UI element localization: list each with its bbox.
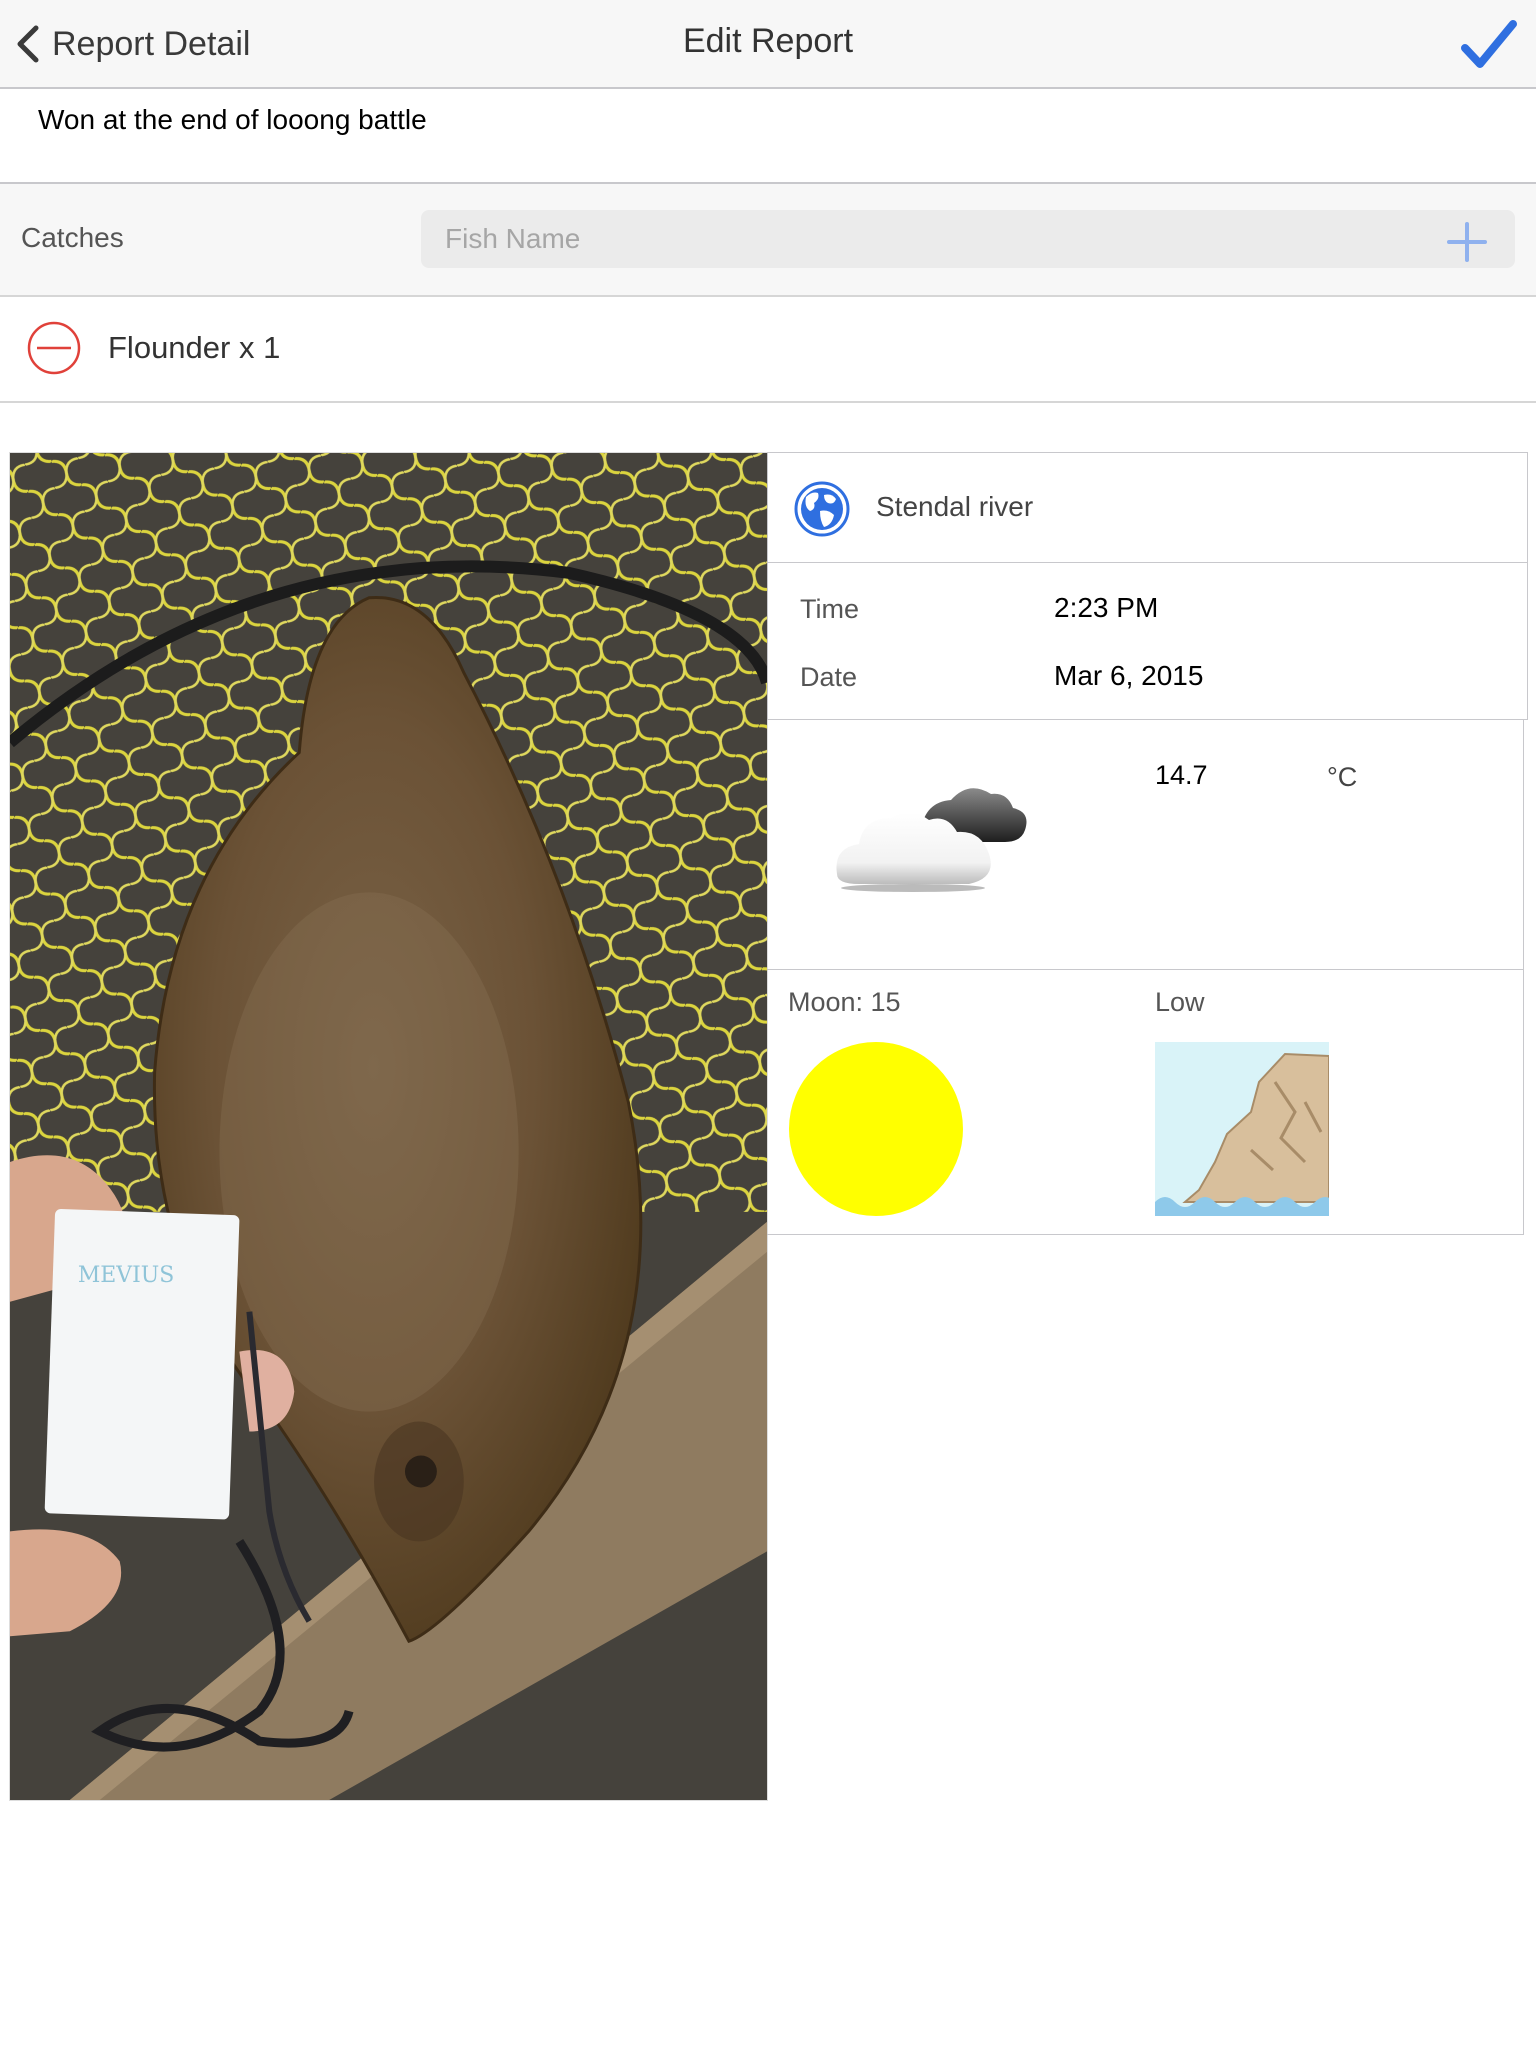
list-item: Flounder x 1 bbox=[0, 297, 1536, 403]
page-title: Edit Report bbox=[682, 22, 854, 60]
weather-panel: 14.7 °C bbox=[767, 719, 1524, 970]
catches-header: Catches bbox=[0, 184, 1536, 297]
navigation-bar: Report Detail Edit Report bbox=[0, 0, 1536, 89]
flounder-photo-image: MEVIUS bbox=[10, 453, 767, 1800]
report-info-panel: Stendal river Time 2:23 PM Date Mar 6, 2… bbox=[767, 452, 1528, 720]
moon-phase-label: Moon: 15 bbox=[788, 987, 901, 1017]
full-moon-icon bbox=[789, 1042, 963, 1216]
date-value[interactable]: Mar 6, 2015 bbox=[1054, 660, 1203, 692]
report-note-text: Won at the end of looong battle bbox=[38, 104, 427, 135]
checkmark-icon[interactable] bbox=[1460, 18, 1518, 70]
catches-label: Catches bbox=[21, 222, 124, 253]
temperature-unit[interactable]: °C bbox=[1327, 762, 1357, 793]
location-name: Stendal river bbox=[876, 491, 1034, 522]
tide-label: Low bbox=[1155, 987, 1205, 1017]
time-label: Time bbox=[800, 594, 859, 624]
svg-text:MEVIUS: MEVIUS bbox=[78, 1263, 174, 1288]
fish-name-input[interactable] bbox=[421, 210, 1515, 268]
date-label: Date bbox=[800, 662, 858, 692]
report-note-field[interactable]: Won at the end of looong battle bbox=[0, 89, 1536, 184]
moon-tide-panel: Moon: 15 Low bbox=[767, 969, 1524, 1235]
time-value[interactable]: 2:23 PM bbox=[1054, 592, 1158, 624]
partly-cloudy-icon[interactable] bbox=[829, 774, 1029, 904]
location-row[interactable]: Stendal river bbox=[768, 453, 1527, 563]
temperature-value[interactable]: 14.7 bbox=[1155, 760, 1208, 791]
add-catch-icon[interactable] bbox=[1447, 222, 1487, 262]
remove-catch-icon[interactable] bbox=[26, 320, 82, 376]
catch-photo[interactable]: MEVIUS bbox=[9, 452, 768, 1801]
catch-item-label: Flounder x 1 bbox=[108, 330, 281, 365]
globe-icon[interactable] bbox=[794, 481, 850, 537]
low-tide-icon bbox=[1155, 1042, 1329, 1216]
